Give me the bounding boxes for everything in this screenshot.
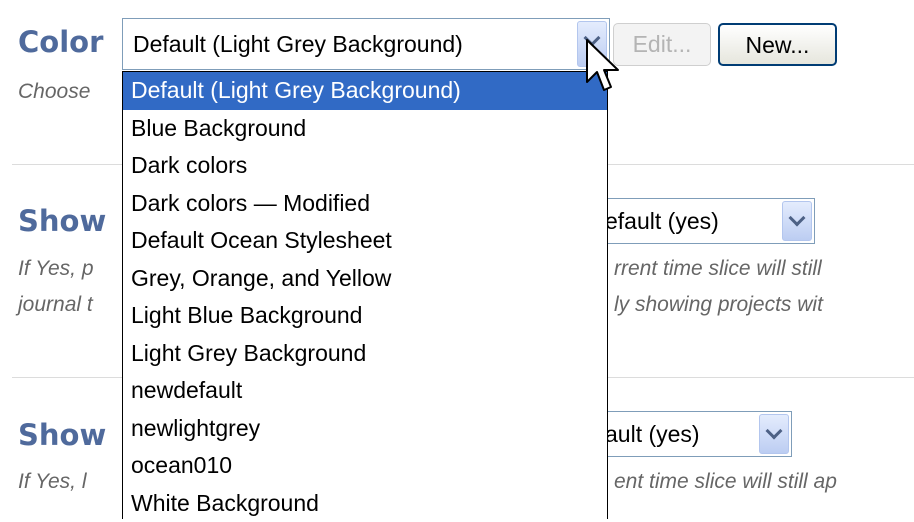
color-option[interactable]: Blue Background [123,110,607,148]
pref-2-hint-right-2: ly showing projects wit [614,293,823,317]
color-pref-hint: Choose [18,80,90,104]
color-option[interactable]: Dark colors [123,147,607,185]
mouse-cursor-icon [585,38,625,98]
color-select[interactable]: Default (Light Grey Background) [122,18,610,70]
color-option[interactable]: newlightgrey [123,410,607,448]
color-option[interactable]: Grey, Orange, and Yellow [123,260,607,298]
pref-2-hint-left-1: If Yes, p [18,257,94,281]
color-option[interactable]: newdefault [123,372,607,410]
chevron-down-icon[interactable] [759,414,789,454]
pref-3-hint-left-1: If Yes, l [18,470,87,494]
pref-2-hint-left-2: journal t [18,293,93,317]
color-pref-label: Color [18,25,103,59]
color-option[interactable]: ocean010 [123,447,607,485]
color-option[interactable]: Light Grey Background [123,335,607,373]
new-button[interactable]: New... [718,23,837,66]
pref-2-label: Show [18,204,106,238]
pref-3-label: Show [18,418,106,452]
edit-button[interactable]: Edit... [613,23,711,66]
color-option[interactable]: Default (Light Grey Background) [123,72,607,110]
color-options-list: Default (Light Grey Background) Blue Bac… [122,71,608,519]
color-option[interactable]: Default Ocean Stylesheet [123,222,607,260]
color-option[interactable]: Dark colors — Modified [123,185,607,223]
pref-2-hint-right-1: rrent time slice will still [614,257,822,281]
color-option[interactable]: White Background [123,485,607,522]
pref-2-select-value: efault (yes) [605,208,719,235]
color-option[interactable]: Light Blue Background [123,297,607,335]
color-select-value: Default (Light Grey Background) [133,31,463,58]
pref-3-select-value: ault (yes) [605,421,700,448]
chevron-down-icon[interactable] [782,201,812,241]
pref-3-hint-right-1: ent time slice will still ap [614,470,837,494]
